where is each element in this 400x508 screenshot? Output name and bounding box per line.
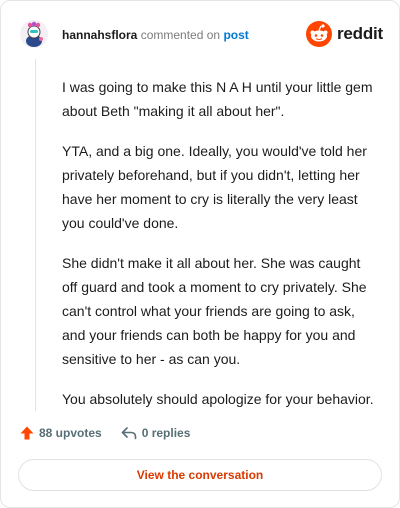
- brand-name: reddit: [336, 24, 383, 43]
- thread-line: [35, 59, 36, 411]
- comment-card: hannahsflora commented on post reddit I …: [0, 0, 400, 508]
- comment-meta: hannahsflora commented on post: [62, 28, 249, 42]
- comment-header: hannahsflora commented on post reddit: [17, 15, 383, 55]
- comment-actions: 88 upvotes 0 replies: [19, 425, 208, 441]
- avatar[interactable]: [19, 19, 49, 49]
- comment-paragraph: YTA, and a big one. Ideally, you would'v…: [62, 143, 367, 231]
- reply-button[interactable]: 0 replies: [120, 425, 191, 441]
- comment-paragraph: You absolutely should apologize for your…: [62, 391, 374, 407]
- action-text: commented on: [140, 28, 221, 42]
- post-link[interactable]: post: [223, 28, 248, 42]
- upvote-button[interactable]: 88 upvotes: [19, 425, 102, 441]
- username[interactable]: hannahsflora: [62, 28, 137, 42]
- comment-paragraph: I was going to make this N A H until you…: [62, 79, 373, 119]
- reddit-snoo-icon: [305, 21, 332, 47]
- comment-body: I was going to make this N A H until you…: [62, 75, 378, 427]
- avatar-icon: [20, 20, 48, 48]
- upvote-count: 88 upvotes: [39, 426, 102, 440]
- view-conversation-button[interactable]: View the conversation: [18, 459, 382, 491]
- comment-paragraph: She didn't make it all about her. She wa…: [62, 255, 367, 367]
- upvote-arrow-icon: [20, 426, 34, 440]
- brand[interactable]: reddit: [305, 19, 383, 49]
- reply-arrow-icon: [121, 427, 137, 440]
- reply-count: 0 replies: [141, 426, 191, 440]
